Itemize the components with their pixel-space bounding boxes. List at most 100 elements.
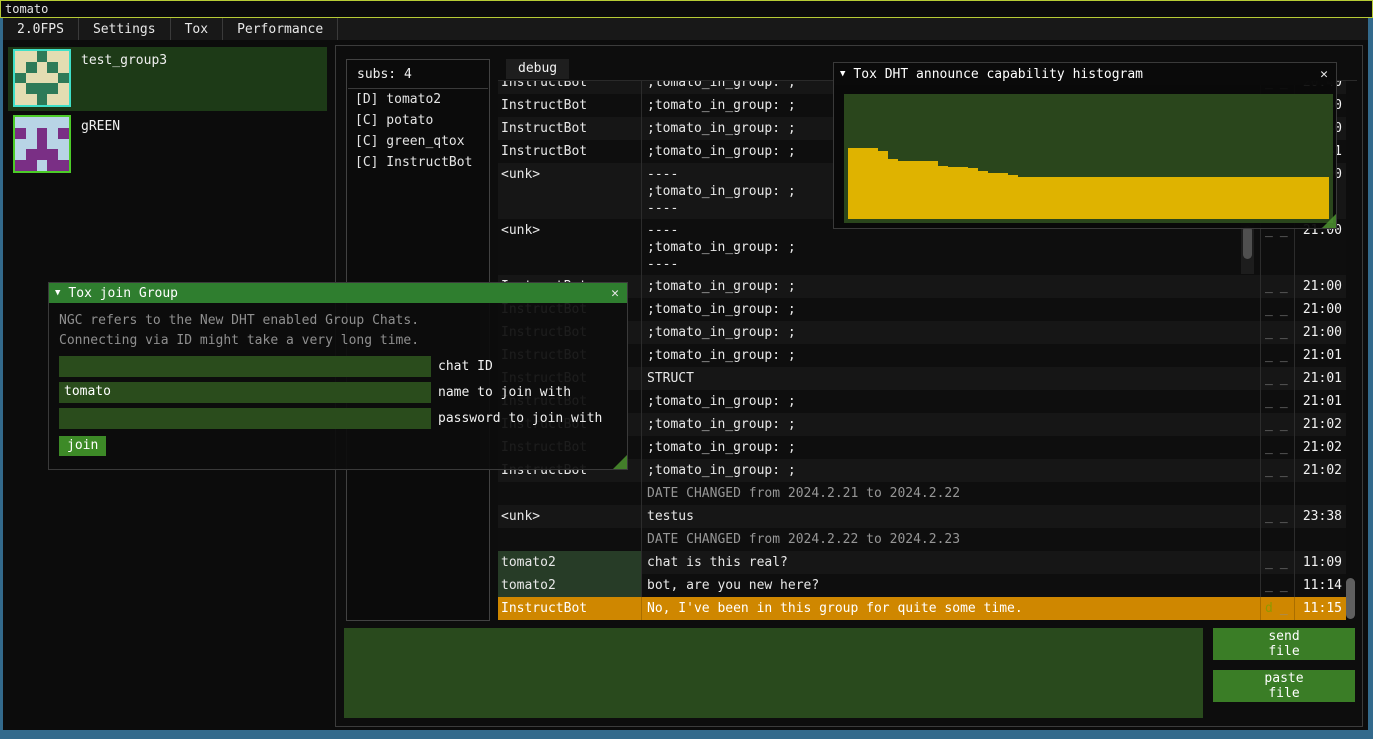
menu-item-settings[interactable]: Settings <box>79 18 171 40</box>
histogram-bar <box>1018 177 1028 219</box>
wm-frame-left <box>0 18 3 739</box>
message-timestamp: 11:09 <box>1294 551 1346 574</box>
histogram-bar <box>1169 177 1179 219</box>
date-separator-row: DATE CHANGED from 2024.2.21 to 2024.2.22 <box>498 482 1346 505</box>
resize-grip-icon[interactable] <box>613 455 627 469</box>
flag-_: _ <box>1265 301 1273 319</box>
message-timestamp: 21:00 <box>1294 321 1346 344</box>
flag-_: _ <box>1280 222 1288 273</box>
histogram-window-title: Tox DHT announce capability histogram <box>853 67 1318 82</box>
histogram-bar <box>1289 177 1299 219</box>
message-text: ;tomato_in_group: ; <box>641 298 1260 321</box>
chat-message-row[interactable]: InstructBotNo, I've been in this group f… <box>498 597 1346 620</box>
message-flags: __ <box>1260 574 1294 597</box>
histogram-bar <box>1118 177 1128 219</box>
menu-item-tox[interactable]: Tox <box>171 18 223 40</box>
message-sender: InstructBot <box>498 117 641 140</box>
message-text: STRUCT <box>641 367 1260 390</box>
resize-grip-icon[interactable] <box>1322 214 1336 228</box>
join-window-titlebar[interactable]: ▼ Tox join Group ✕ <box>49 283 627 303</box>
flag-_: _ <box>1280 416 1288 434</box>
message-sender: InstructBot <box>498 81 641 94</box>
histogram-bar <box>1098 177 1108 219</box>
member-green_qtox[interactable]: [C] green_qtox <box>347 131 489 152</box>
message-timestamp: 21:01 <box>1294 344 1346 367</box>
flag-_: _ <box>1265 324 1273 342</box>
flag-_: _ <box>1280 301 1288 319</box>
message-timestamp: 21:00 <box>1294 275 1346 298</box>
send-file-button[interactable]: send file <box>1213 628 1355 660</box>
menu-item-performance[interactable]: Performance <box>223 18 338 40</box>
message-timestamp: 11:15 <box>1294 597 1346 620</box>
flag-_: _ <box>1280 324 1288 342</box>
chat-message-row[interactable]: tomato2bot, are you new here?__11:14 <box>498 574 1346 597</box>
message-input[interactable] <box>344 628 1203 718</box>
message-timestamp: 21:01 <box>1294 390 1346 413</box>
message-flags: __ <box>1260 298 1294 321</box>
paste-file-button[interactable]: paste file <box>1213 670 1355 702</box>
input-password-to-join-with[interactable] <box>59 408 431 429</box>
message-text: ;tomato_in_group: ; <box>641 390 1260 413</box>
field-label: chat ID <box>438 359 493 374</box>
histogram-bar <box>1068 177 1078 219</box>
flag-_: _ <box>1280 439 1288 457</box>
message-flags: __ <box>1260 321 1294 344</box>
message-text: DATE CHANGED from 2024.2.21 to 2024.2.22 <box>641 482 1260 505</box>
scrollbar-thumb[interactable] <box>1243 226 1252 259</box>
sidebar-group-test_group3[interactable]: test_group3 <box>8 47 327 111</box>
message-sender: InstructBot <box>498 597 641 620</box>
message-text: ;tomato_in_group: ; <box>641 413 1260 436</box>
histogram-bar <box>1209 177 1219 219</box>
message-text: ;tomato_in_group: ; <box>641 344 1260 367</box>
member-potato[interactable]: [C] potato <box>347 110 489 131</box>
menu-item-2-0fps[interactable]: 2.0FPS <box>3 18 79 40</box>
chat-message-row[interactable]: tomato2chat is this real?__11:09 <box>498 551 1346 574</box>
flag-_: _ <box>1280 554 1288 572</box>
member-tomato2[interactable]: [D] tomato2 <box>347 89 489 110</box>
chat-scrollbar[interactable] <box>1346 578 1355 619</box>
message-sender: InstructBot <box>498 94 641 117</box>
group-name: test_group3 <box>71 47 167 111</box>
histogram-window-titlebar[interactable]: ▼ Tox DHT announce capability histogram … <box>834 63 1336 85</box>
flag-_: _ <box>1280 577 1288 595</box>
field-label: name to join with <box>438 385 571 400</box>
member-list: [D] tomato2[C] potato[C] green_qtox[C] I… <box>347 89 489 173</box>
close-icon[interactable]: ✕ <box>1318 67 1330 82</box>
wm-titlebar[interactable]: tomato <box>0 0 1373 18</box>
message-timestamp: 21:01 <box>1294 367 1346 390</box>
join-button[interactable]: join <box>59 436 106 456</box>
date-separator-row: DATE CHANGED from 2024.2.22 to 2024.2.23 <box>498 528 1346 551</box>
histogram-bar <box>1229 177 1239 219</box>
histogram-bar <box>1319 177 1329 219</box>
message-timestamp: 21:02 <box>1294 459 1346 482</box>
message-text: ;tomato_in_group: ; <box>641 275 1260 298</box>
collapse-arrow-icon[interactable]: ▼ <box>55 288 60 298</box>
message-sender: <unk> <box>498 219 641 275</box>
input-name-to-join-with[interactable]: tomato <box>59 382 431 403</box>
histogram-plot <box>844 94 1333 223</box>
message-text: ;tomato_in_group: ; <box>641 321 1260 344</box>
message-sender: InstructBot <box>498 140 641 163</box>
message-flags: __ <box>1260 459 1294 482</box>
histogram-bar <box>938 166 948 219</box>
flag-_: _ <box>1265 439 1273 457</box>
collapse-arrow-icon[interactable]: ▼ <box>840 69 845 79</box>
message-flags: __ <box>1260 390 1294 413</box>
histogram-bar <box>1048 177 1058 219</box>
message-timestamp: 11:14 <box>1294 574 1346 597</box>
screen: tomato 2.0FPSSettingsToxPerformance test… <box>0 0 1373 739</box>
flag-_: _ <box>1265 416 1273 434</box>
tab-debug[interactable]: debug <box>506 59 569 79</box>
histogram-bar <box>1128 177 1138 219</box>
histogram-bar <box>918 161 928 219</box>
member-InstructBot[interactable]: [C] InstructBot <box>347 152 489 173</box>
histogram-bar <box>1269 177 1279 219</box>
close-icon[interactable]: ✕ <box>609 286 621 301</box>
message-timestamp <box>1294 482 1346 505</box>
chat-message-row[interactable]: <unk>testus__23:38 <box>498 505 1346 528</box>
input-chat-id[interactable] <box>59 356 431 377</box>
menu-bar: 2.0FPSSettingsToxPerformance <box>3 18 1368 40</box>
sidebar-group-gREEN[interactable]: gREEN <box>8 113 327 177</box>
flag-_: _ <box>1265 508 1273 526</box>
message-text: chat is this real? <box>641 551 1260 574</box>
